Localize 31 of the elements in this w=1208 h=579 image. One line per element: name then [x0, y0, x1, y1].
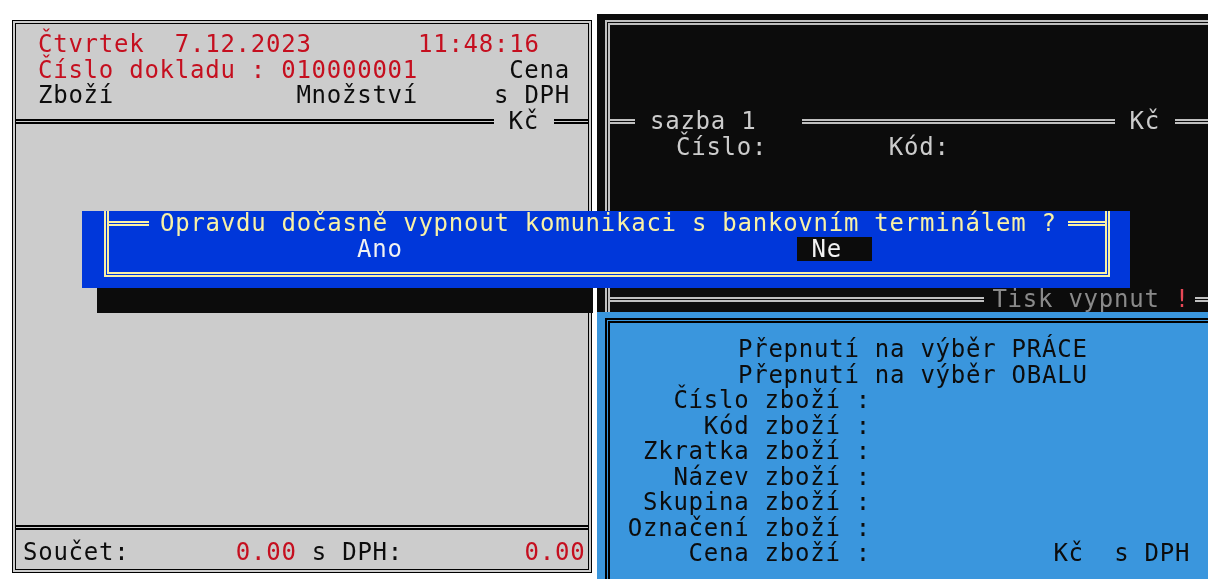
time-label: 11:48:16 — [418, 32, 540, 58]
alert-mark: ! — [1174, 286, 1190, 312]
field-label: Skupina zboží : — [643, 490, 871, 516]
vat-label: s DPH — [1114, 541, 1191, 567]
field-label: Kód zboží : — [702, 413, 871, 439]
double-rule — [1195, 296, 1208, 302]
field-label: Cena zboží : — [687, 541, 871, 567]
double-rule — [1067, 221, 1105, 227]
column-header: Cena — [509, 57, 570, 83]
total-label: Součet: — [23, 539, 130, 565]
vat-label: s DPH: — [311, 539, 403, 565]
total-value: 0.00 — [235, 539, 297, 565]
currency-label: Kč — [1128, 109, 1161, 135]
field-label: Kód: — [888, 134, 950, 160]
dialog-title: Opravdu dočasně vypnout komunikaci s bankovním terminálem ? — [159, 211, 1058, 237]
field-label: Označení zboží : — [626, 515, 871, 541]
double-rule — [1175, 119, 1208, 125]
double-rule — [610, 119, 635, 125]
field-label: Název zboží : — [672, 464, 871, 490]
date-label: 7.12.2023 — [174, 32, 312, 58]
currency-label: Kč — [507, 108, 540, 134]
double-rule — [109, 221, 149, 227]
field-label: Zkratka zboží : — [642, 439, 871, 465]
print-status: Tisk vypnut — [991, 286, 1160, 312]
no-option[interactable]: Ne — [796, 237, 872, 262]
column-header: Množství — [296, 83, 418, 109]
column-header: s DPH — [494, 83, 570, 109]
currency-label: Kč — [1053, 541, 1084, 567]
double-rule — [554, 118, 588, 124]
vat-value: 0.00 — [524, 539, 586, 565]
column-header: Zboží — [38, 83, 114, 109]
